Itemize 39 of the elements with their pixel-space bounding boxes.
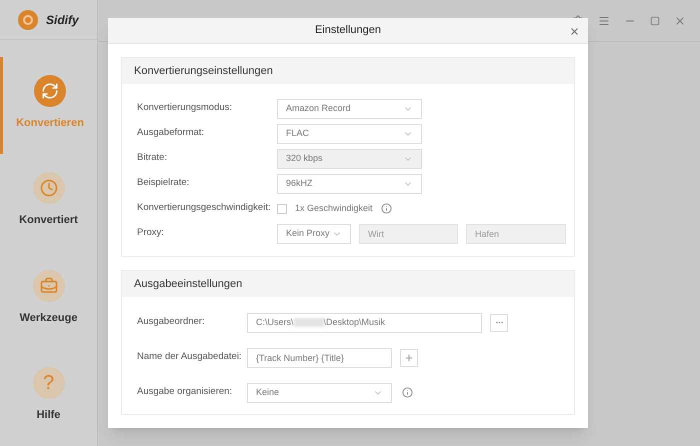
section-title: Ausgabeeinstellungen [134,276,242,292]
dropdown[interactable]: Amazon Record [277,98,422,118]
setting-label: Ausgabeordner: [137,315,206,330]
dropdown[interactable]: Kein Proxy [277,224,351,244]
maximize-icon[interactable] [650,16,660,26]
info-icon[interactable] [402,387,413,398]
setting-label: Bitrate: [137,151,168,166]
clock-icon [32,172,64,204]
plus-icon [404,352,414,362]
checkbox-label: 1x Geschwindigkeit [295,202,373,215]
setting-label: Konvertierungsmodus: [137,101,234,116]
dropdown[interactable]: Keine [247,382,392,402]
setting-label: Beispielrate: [137,176,190,190]
dropdown[interactable]: FLAC [277,124,422,144]
checkbox[interactable] [277,204,287,214]
question-icon: ? [32,366,64,399]
folder-field[interactable]: C:\Users\ \Desktop\Musik [247,312,482,332]
setting-label: Name der Ausgabedatei: [137,350,243,364]
browse-button[interactable] [490,314,508,332]
refresh-icon [34,75,66,108]
info-icon[interactable] [380,203,392,214]
section-title: Konvertierungseinstellungen [134,64,273,79]
toolbox-icon [32,270,64,302]
sidebar-item[interactable]: ? Hilfe [0,348,97,446]
dropdown[interactable]: 96kHZ [277,174,422,194]
close-icon[interactable] [569,26,580,37]
close-icon[interactable] [674,14,686,26]
menu-icon[interactable] [598,14,610,26]
dialog-title: Einstellungen [314,23,382,38]
add-button[interactable] [400,348,418,366]
filename-field[interactable]: {Track Number} {Title} [247,348,392,368]
setting-label: Proxy: [137,226,165,240]
setting-label: Ausgabeformat: [137,126,206,140]
sidebar-item[interactable]: Werkzeuge [0,252,97,349]
logo-icon [18,10,38,30]
sidebar-item[interactable]: Konvertiert [0,154,97,252]
setting-label: Ausgabe organisieren: [137,385,234,400]
app-name: Sidify [46,12,79,29]
setting-label: Konvertierungsgeschwindigkeit: [137,201,272,216]
